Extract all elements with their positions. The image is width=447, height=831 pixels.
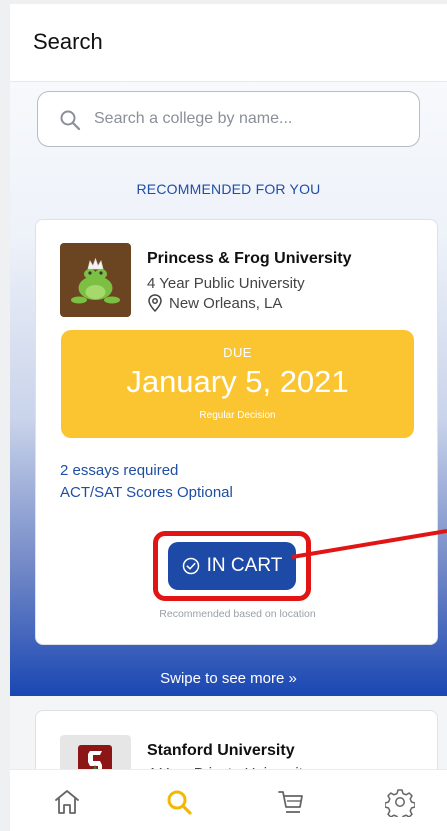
search-placeholder: Search a college by name... [94, 110, 293, 127]
frog-icon [71, 257, 120, 304]
college-logo [60, 243, 131, 317]
college-type: 4 Year Public University [147, 275, 305, 292]
search-input[interactable]: Search a college by name... [37, 91, 420, 147]
in-cart-button[interactable]: IN CART [168, 542, 296, 590]
tab-search[interactable] [164, 787, 194, 817]
tab-settings[interactable] [384, 787, 416, 821]
cart-icon [278, 791, 303, 813]
essays-requirement: 2 essays required [60, 462, 179, 479]
app-header: Search [10, 4, 447, 82]
tab-home[interactable] [52, 787, 82, 817]
search-icon [167, 790, 192, 815]
app-frame: Search Search a college by name... RECOM… [10, 4, 447, 831]
due-date: January 5, 2021 [126, 364, 349, 399]
scores-requirement: ACT/SAT Scores Optional [60, 484, 233, 501]
college-name-next[interactable]: Stanford University [147, 742, 295, 760]
search-icon [60, 110, 81, 131]
college-location: New Orleans, LA [169, 295, 283, 312]
tab-cart[interactable] [276, 787, 306, 817]
home-icon [55, 790, 79, 814]
in-cart-label: IN CART [206, 555, 283, 576]
college-card[interactable]: Princess & Frog University 4 Year Public… [35, 219, 438, 645]
recommended-heading: RECOMMENDED FOR YOU [136, 181, 321, 197]
college-name[interactable]: Princess & Frog University [147, 250, 352, 268]
recommendation-reason: Recommended based on location [159, 608, 316, 620]
location-pin-icon [148, 294, 162, 312]
due-label: DUE [223, 345, 252, 360]
page-title: Search [33, 29, 103, 54]
swipe-hint[interactable]: Swipe to see more » [10, 670, 447, 687]
search-content[interactable]: Search a college by name... RECOMMENDED … [10, 82, 447, 696]
due-date-panel: DUE January 5, 2021 Regular Decision [61, 330, 414, 438]
decision-type: Regular Decision [199, 410, 276, 421]
check-circle-icon [182, 557, 199, 575]
bottom-tab-bar [10, 769, 447, 831]
gear-icon [384, 789, 416, 821]
